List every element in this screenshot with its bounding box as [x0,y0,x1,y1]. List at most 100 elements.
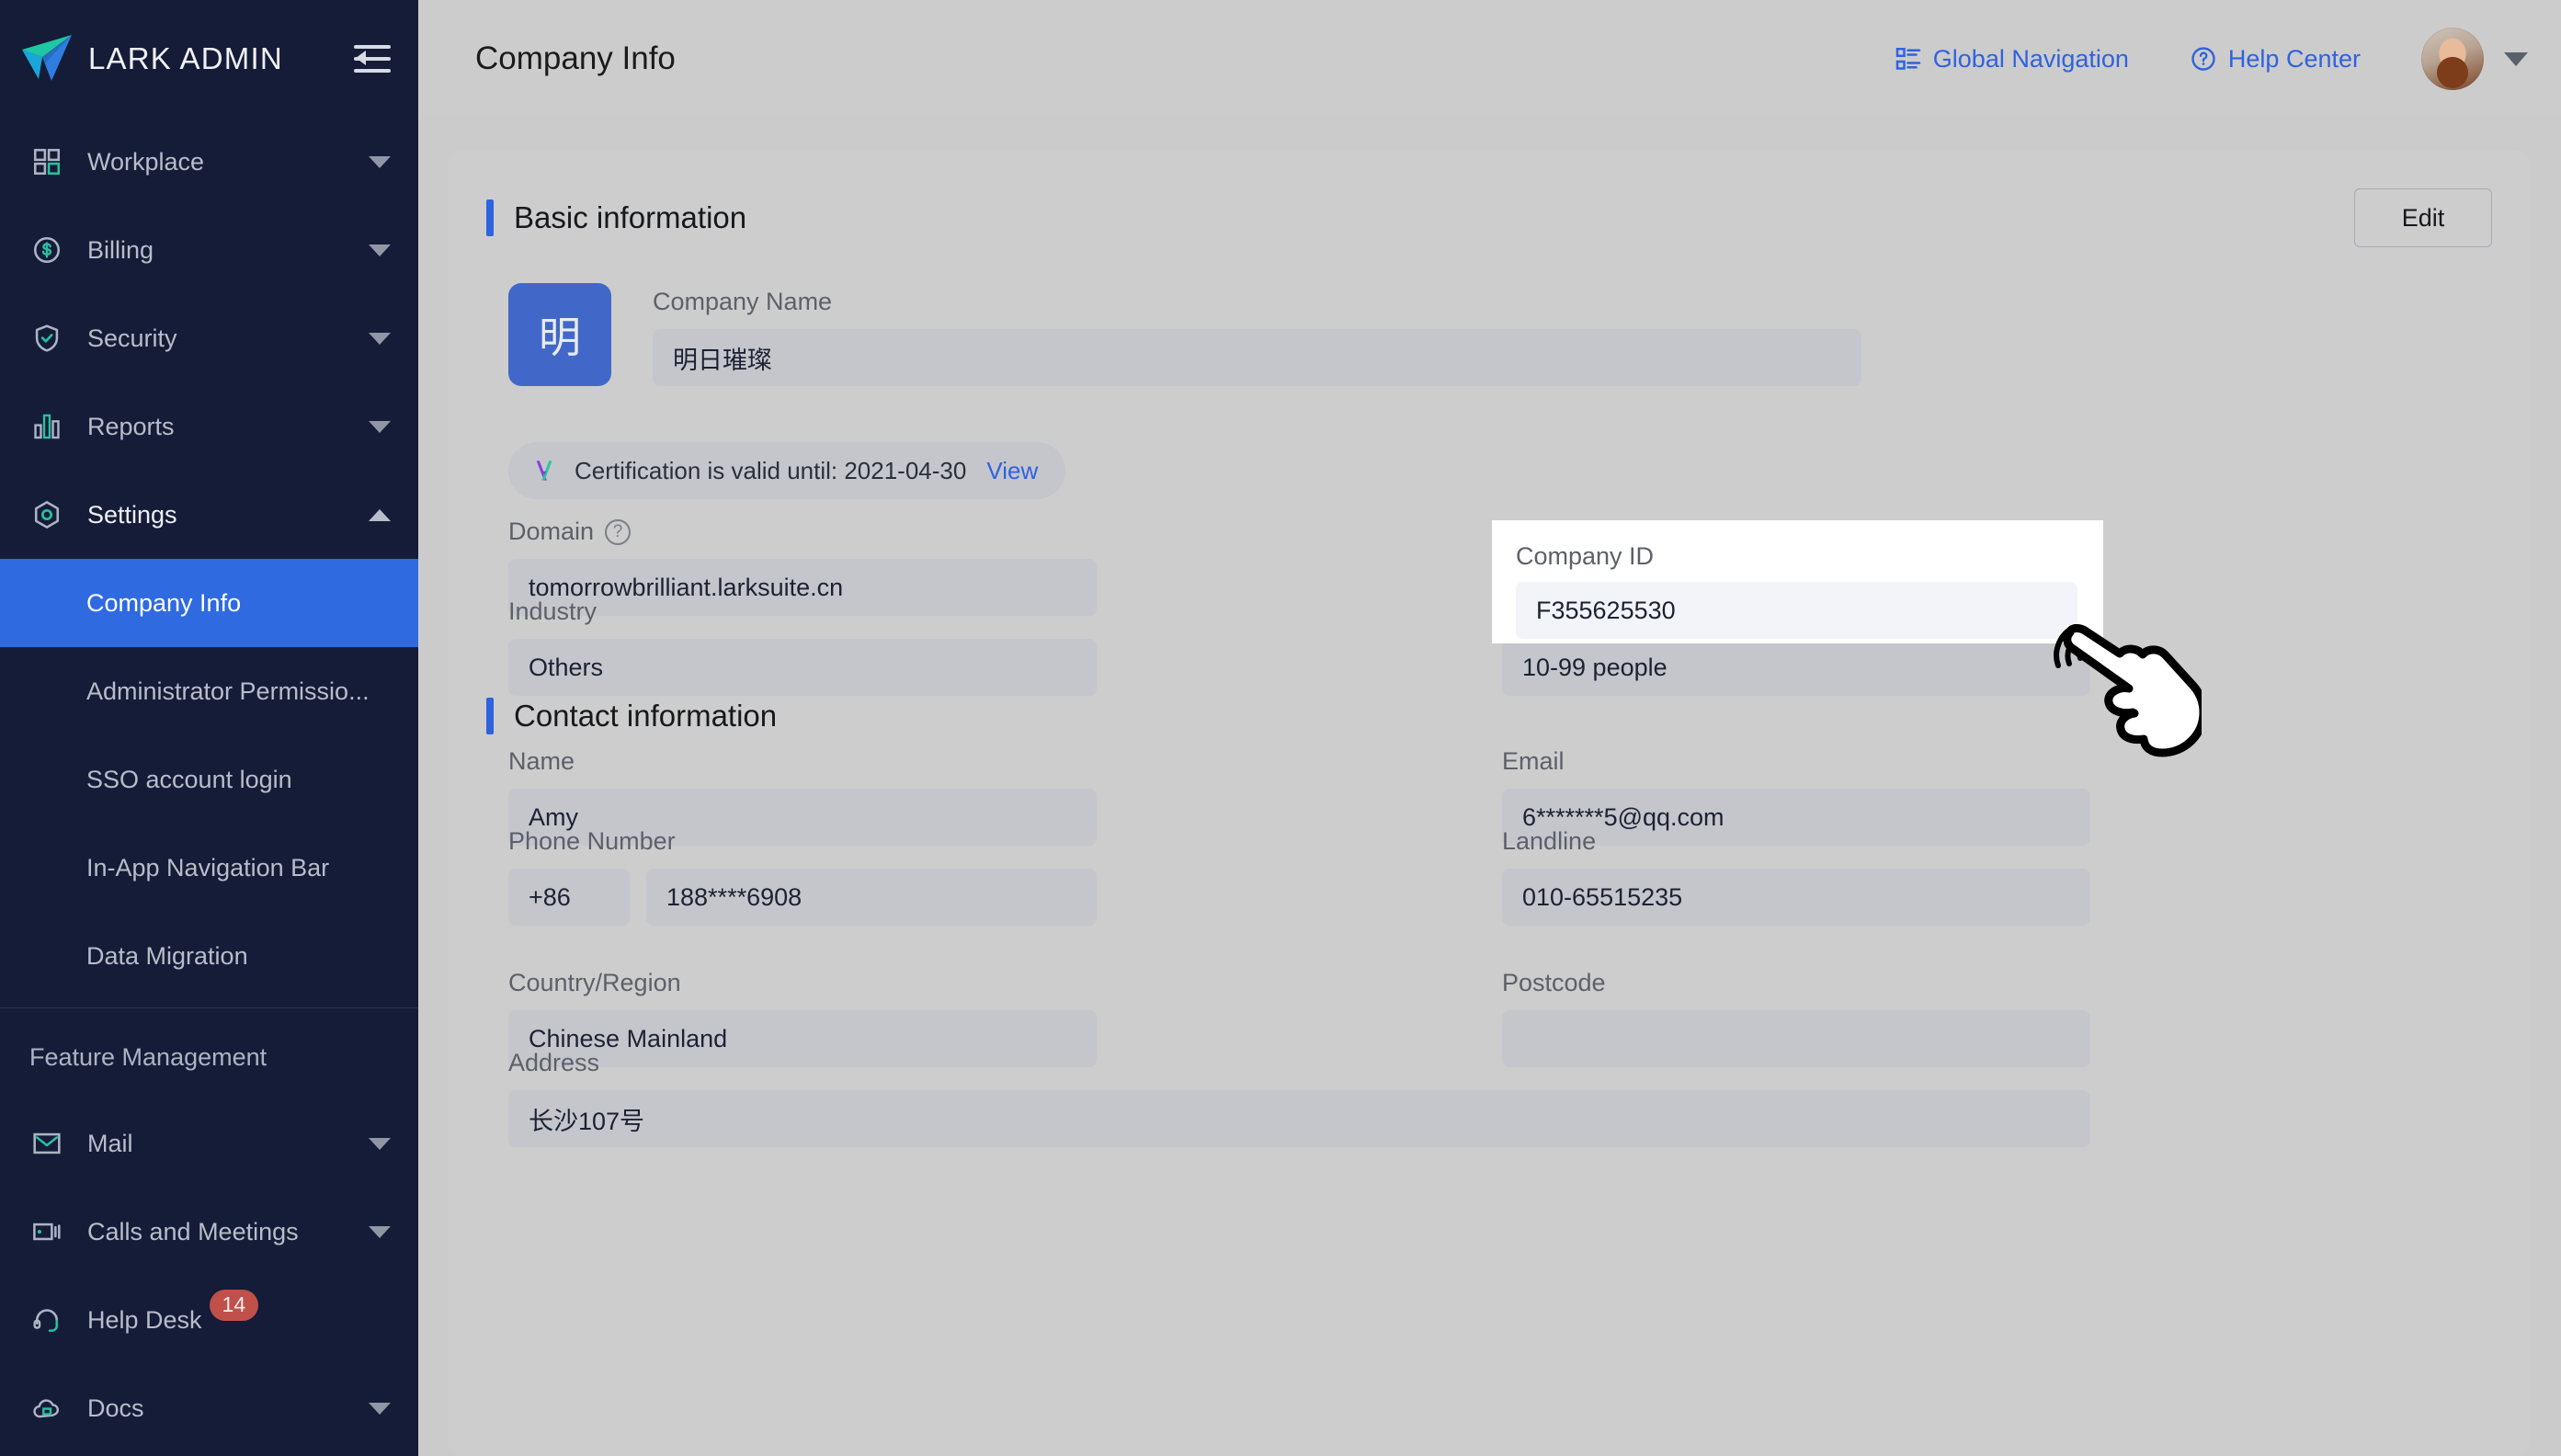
user-menu[interactable] [2421,28,2528,90]
sidebar-item-label: Settings [87,500,177,529]
chevron-down-icon [369,332,391,345]
company-id-spotlight: Company ID F355625530 [1492,520,2103,643]
sidebar-item-workplace[interactable]: Workplace [0,118,418,206]
top-header: Company Info Global Navigation Help Cent… [418,0,2561,118]
sidebar-item-label: Billing [87,235,154,264]
company-avatar-initial: 明 [539,313,581,361]
phone-number-input[interactable]: 188****6908 [646,869,1097,926]
domain-label: Domain ? [508,518,1097,546]
sidebar-item-data-migration[interactable]: Data Migration [0,912,418,1000]
grid-icon [29,144,64,179]
sidebar-item-label: Docs [87,1393,144,1422]
headset-icon [29,1302,64,1337]
address-label: Address [508,1049,600,1076]
chevron-up-icon [369,508,391,521]
section-title-contact-information: Contact information [514,699,778,733]
help-center-label: Help Center [2227,44,2361,73]
industry-field: Industry Others [508,597,1097,696]
global-navigation-button[interactable]: Global Navigation [1895,45,2129,74]
sidebar-item-company-info[interactable]: Company Info [0,559,418,647]
sidebar-brand: LARK ADMIN [0,0,418,118]
sidebar-subitem-label: SSO account login [86,765,292,793]
address-input[interactable]: 长沙107号 [508,1090,2090,1147]
sidebar-subitem-label: In-App Navigation Bar [86,853,330,882]
sidebar-item-administrator-permissions[interactable]: Administrator Permissio... [0,647,418,735]
phone-country-code-input[interactable]: +86 [508,869,630,926]
sidebar-item-calls-and-meetings[interactable]: Calls and Meetings [0,1188,418,1276]
sidebar-item-label: Workplace [87,147,205,176]
certification-text: Certification is valid until: 2021-04-30 [575,456,967,484]
sidebar-item-sso-account-login[interactable]: SSO account login [0,735,418,824]
section-accent-bar [486,698,494,734]
landline-input[interactable]: 010-65515235 [1502,869,2090,926]
name-label: Name [508,747,575,775]
sidebar-item-help-desk[interactable]: Help Desk 14 [0,1276,418,1364]
chevron-down-icon[interactable] [2504,51,2528,66]
postcode-label: Postcode [1502,969,1606,996]
bar-chart-icon [29,409,64,444]
sidebar-nav-main: Workplace Billing Security Reports Setti… [0,118,418,1452]
scale-input[interactable]: 10-99 people [1502,639,2090,696]
sidebar-item-reports[interactable]: Reports [0,382,418,471]
chevron-down-icon [369,1402,391,1415]
chevron-down-icon [369,155,391,168]
company-id-label: Company ID [1516,542,1655,570]
video-camera-icon [29,1214,64,1249]
sidebar-item-label: Help Desk [87,1305,202,1334]
email-label: Email [1502,747,1565,775]
global-navigation-label: Global Navigation [1932,44,2129,73]
sidebar-item-security[interactable]: Security [0,294,418,382]
sidebar-subitem-label: Administrator Permissio... [86,677,370,705]
app-root: LARK ADMIN Workplace Billing Security Re… [0,0,2561,1456]
company-id-input[interactable]: F355625530 [1516,582,2077,639]
certification-view-link[interactable]: View [986,457,1038,485]
chevron-down-icon [369,244,391,256]
sidebar-item-label: Mail [87,1129,133,1157]
envelope-icon [29,1126,64,1161]
question-mark-icon[interactable]: ? [605,518,632,545]
sidebar-subitem-label: Data Migration [86,941,248,970]
company-name-label: Company Name [653,288,833,315]
domain-label-text: Domain [508,518,595,545]
sidebar-subitem-label: Company Info [86,588,242,617]
sidebar-item-settings[interactable]: Settings [0,471,418,559]
content-card: Basic information Edit 明 Company Name 明日… [448,150,2531,1456]
sidebar-item-mail[interactable]: Mail [0,1099,418,1188]
paper-plane-logo-icon [18,33,75,85]
section-title-basic-information: Basic information [514,200,747,234]
sidebar-item-label: Calls and Meetings [87,1217,299,1246]
sidebar: LARK ADMIN Workplace Billing Security Re… [0,0,418,1456]
landline-label: Landline [1502,827,1597,855]
sidebar-item-label: Reports [87,412,175,440]
question-circle-icon [2190,45,2217,73]
certification-banner: Certification is valid until: 2021-04-30… [508,442,1066,499]
chevron-down-icon [369,420,391,433]
edit-button[interactable]: Edit [2354,188,2492,247]
country-region-label: Country/Region [508,969,681,996]
gear-hex-icon [29,497,64,532]
contact-information-header: Contact information [486,698,2492,734]
dollar-circle-icon [29,233,64,267]
industry-label: Industry [508,597,598,625]
contact-address-field: Address 长沙107号 [508,1049,2090,1147]
sidebar-item-billing[interactable]: Billing [0,206,418,294]
certification-pill: Certification is valid until: 2021-04-30… [508,442,1066,499]
collapse-sidebar-icon[interactable] [354,43,391,74]
shield-check-icon [29,321,64,356]
phone-number-label: Phone Number [508,827,676,855]
cloud-doc-icon [29,1391,64,1426]
sidebar-item-docs[interactable]: Docs [0,1364,418,1452]
list-grid-icon [1895,45,1922,73]
v-verified-icon [530,456,560,485]
company-name-input[interactable]: 明日璀璨 [653,329,1861,386]
help-center-button[interactable]: Help Center [2190,45,2361,74]
industry-input[interactable]: Others [508,639,1097,696]
sidebar-item-label: Security [87,324,177,352]
contact-phone-field: Phone Number +86 188****6908 [508,827,1097,926]
chevron-down-icon [369,1137,391,1150]
brand-name: LARK ADMIN [88,41,283,75]
avatar[interactable] [2421,28,2484,90]
basic-information-header: Basic information Edit [486,188,2492,247]
sidebar-item-in-app-navigation-bar[interactable]: In-App Navigation Bar [0,824,418,912]
company-name-field: Company Name 明日璀璨 [653,288,1861,386]
